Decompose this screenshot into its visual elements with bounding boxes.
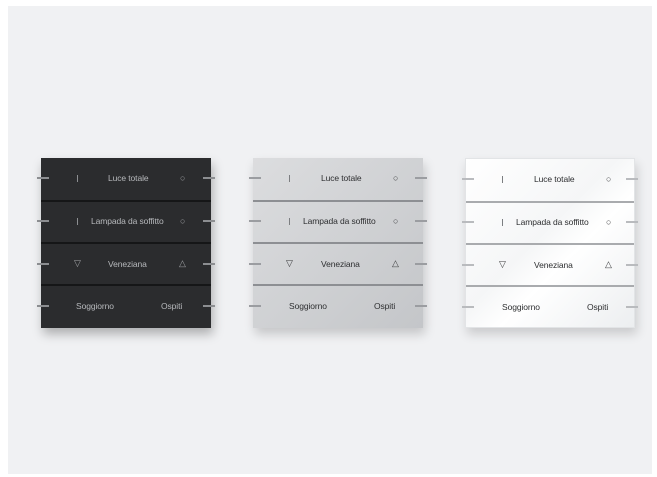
button-lampada-da-soffitto[interactable]: Lampada da soffitto ○ <box>249 201 427 241</box>
edge-notch <box>462 306 474 308</box>
edge-notch <box>249 263 261 265</box>
circle-icon: ○ <box>393 173 399 183</box>
button-scenes[interactable]: Soggiorno Ospiti <box>37 286 215 326</box>
edge-notch <box>462 221 474 223</box>
edge-notch <box>37 263 49 265</box>
bar-icon <box>502 176 503 183</box>
edge-notch <box>462 264 474 266</box>
bar-icon <box>77 175 78 182</box>
button-luce-totale[interactable]: Luce totale ○ <box>249 158 427 198</box>
triangle-up-icon: △ <box>605 259 612 269</box>
circle-icon: ○ <box>606 217 612 227</box>
button-lampada-da-soffitto[interactable]: Lampada da soffitto ○ <box>37 201 215 241</box>
button-lampada-da-soffitto[interactable]: Lampada da soffitto ○ <box>462 202 638 242</box>
triangle-up-icon: △ <box>392 258 399 268</box>
triangle-down-icon: ▽ <box>286 258 293 268</box>
edge-notch <box>37 220 49 222</box>
bar-icon <box>289 218 290 225</box>
triangle-up-icon: △ <box>179 258 186 268</box>
scene-label-ospiti: Ospiti <box>161 301 183 311</box>
edge-notch <box>415 305 427 307</box>
button-label: Luce totale <box>108 173 149 183</box>
edge-notch <box>203 220 215 222</box>
scene-label-soggiorno: Soggiorno <box>289 301 327 311</box>
switch-panel-white: Luce totale ○ Lampada da soffitto ○ ▽ Ve… <box>462 158 638 328</box>
switch-panel-silver: Luce totale ○ Lampada da soffitto ○ ▽ Ve… <box>249 158 427 328</box>
edge-notch <box>626 264 638 266</box>
button-label: Lampada da soffitto <box>516 217 589 227</box>
edge-notch <box>249 305 261 307</box>
edge-notch <box>203 263 215 265</box>
button-label: Luce totale <box>534 174 575 184</box>
button-label: Veneziana <box>321 259 360 269</box>
edge-notch <box>203 177 215 179</box>
edge-notch <box>415 220 427 222</box>
button-veneziana[interactable]: ▽ Veneziana △ <box>37 244 215 284</box>
edge-notch <box>37 305 49 307</box>
circle-icon: ○ <box>393 216 399 226</box>
button-luce-totale[interactable]: Luce totale ○ <box>462 159 638 199</box>
triangle-down-icon: ▽ <box>499 259 506 269</box>
edge-notch <box>462 178 474 180</box>
button-veneziana[interactable]: ▽ Veneziana △ <box>462 245 638 285</box>
edge-notch <box>626 306 638 308</box>
button-label: Veneziana <box>108 259 147 269</box>
button-luce-totale[interactable]: Luce totale ○ <box>37 158 215 198</box>
edge-notch <box>249 220 261 222</box>
button-label: Lampada da soffitto <box>91 216 164 226</box>
scene-label-ospiti: Ospiti <box>374 301 396 311</box>
button-scenes[interactable]: Soggiorno Ospiti <box>462 287 638 327</box>
triangle-down-icon: ▽ <box>74 258 81 268</box>
bar-icon <box>289 175 290 182</box>
edge-notch <box>415 177 427 179</box>
button-scenes[interactable]: Soggiorno Ospiti <box>249 286 427 326</box>
edge-notch <box>249 177 261 179</box>
switch-panel-dark: Luce totale ○ Lampada da soffitto ○ ▽ Ve… <box>37 158 215 328</box>
button-label: Luce totale <box>321 173 362 183</box>
scene-label-soggiorno: Soggiorno <box>502 302 540 312</box>
product-photo-background: Luce totale ○ Lampada da soffitto ○ ▽ Ve… <box>8 6 652 474</box>
button-label: Veneziana <box>534 260 573 270</box>
bar-icon <box>77 218 78 225</box>
scene-label-soggiorno: Soggiorno <box>76 301 114 311</box>
circle-icon: ○ <box>180 216 186 226</box>
bar-icon <box>502 219 503 226</box>
circle-icon: ○ <box>606 174 612 184</box>
edge-notch <box>203 305 215 307</box>
edge-notch <box>626 221 638 223</box>
circle-icon: ○ <box>180 173 186 183</box>
button-veneziana[interactable]: ▽ Veneziana △ <box>249 244 427 284</box>
edge-notch <box>415 263 427 265</box>
button-label: Lampada da soffitto <box>303 216 376 226</box>
edge-notch <box>37 177 49 179</box>
scene-label-ospiti: Ospiti <box>587 302 609 312</box>
edge-notch <box>626 178 638 180</box>
